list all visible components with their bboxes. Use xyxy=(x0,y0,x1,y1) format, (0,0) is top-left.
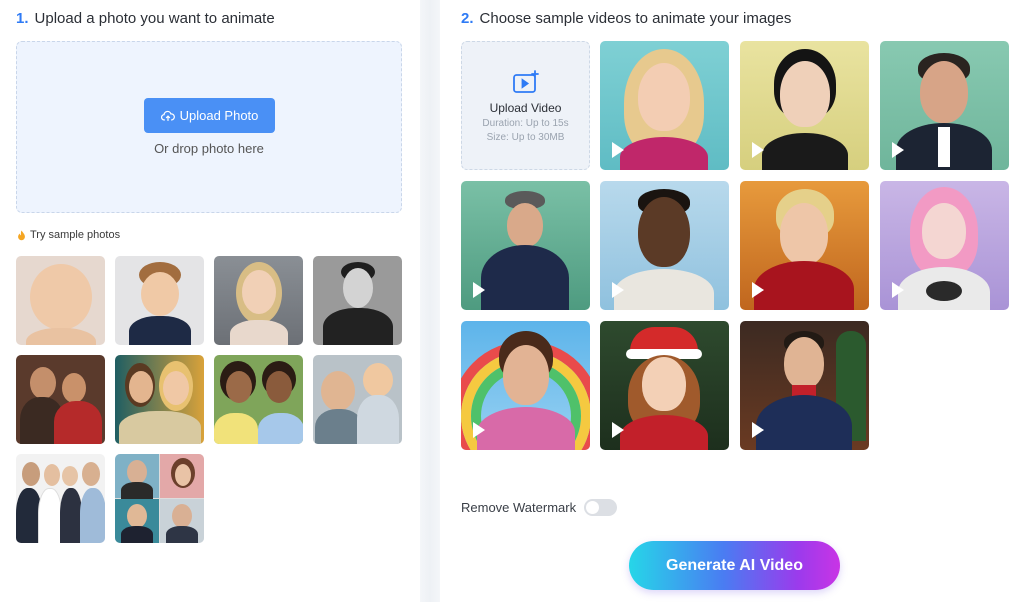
sample-photo-boy[interactable] xyxy=(115,256,204,345)
sample-photo-grandpa-child[interactable] xyxy=(313,355,402,444)
sample-photos-label: Try sample photos xyxy=(30,229,121,241)
play-icon xyxy=(473,422,485,438)
video-add-icon xyxy=(513,70,539,93)
remove-watermark-label: Remove Watermark xyxy=(461,500,577,515)
upload-photo-panel: 1. Upload a photo you want to animate Upl… xyxy=(0,0,420,602)
step-2-text: Choose sample videos to animate your ima… xyxy=(479,10,792,27)
upload-video-tile[interactable]: Upload Video Duration: Up to 15s Size: U… xyxy=(461,41,590,170)
upload-video-title: Upload Video xyxy=(489,101,562,115)
play-icon xyxy=(892,142,904,158)
sample-photo-man-bw[interactable] xyxy=(313,256,402,345)
sample-video-blonde-woman[interactable] xyxy=(600,41,729,170)
step-2-title: 2. Choose sample videos to animate your i… xyxy=(461,10,791,27)
play-icon xyxy=(752,142,764,158)
panel-divider xyxy=(420,0,440,602)
sample-photo-two-kids[interactable] xyxy=(214,355,303,444)
photo-drop-zone[interactable]: Upload Photo Or drop photo here xyxy=(16,41,402,213)
sample-video-suit-man[interactable] xyxy=(880,41,1009,170)
upload-video-duration: Duration: Up to 15s xyxy=(482,118,569,129)
sample-photo-baby[interactable] xyxy=(16,256,105,345)
sample-photo-group[interactable] xyxy=(16,454,105,543)
sample-photo-collage[interactable] xyxy=(115,454,204,543)
play-icon xyxy=(752,422,764,438)
sample-video-shorthair-woman[interactable] xyxy=(740,181,869,310)
play-icon xyxy=(892,282,904,298)
sample-photo-two-women[interactable] xyxy=(115,355,204,444)
upload-photo-button[interactable]: Upload Photo xyxy=(144,98,275,133)
sample-photo-couple[interactable] xyxy=(16,355,105,444)
sample-photo-blonde-woman[interactable] xyxy=(214,256,303,345)
generate-ai-video-button[interactable]: Generate AI Video xyxy=(629,541,840,590)
sample-photos-heading: Try sample photos xyxy=(17,229,120,241)
toggle-knob xyxy=(586,501,600,514)
fire-icon xyxy=(18,230,25,240)
play-icon xyxy=(612,422,624,438)
step-1-title: 1. Upload a photo you want to animate xyxy=(16,10,275,27)
sample-video-santa-girl[interactable] xyxy=(600,321,729,450)
play-icon xyxy=(473,282,485,298)
upload-video-size: Size: Up to 30MB xyxy=(486,132,565,143)
play-icon xyxy=(612,282,624,298)
play-icon xyxy=(752,282,764,298)
step-1-text: Upload a photo you want to animate xyxy=(34,10,275,27)
step-1-number: 1. xyxy=(16,10,29,27)
cloud-upload-icon xyxy=(160,110,175,121)
sample-video-elderly-man[interactable] xyxy=(461,181,590,310)
remove-watermark-toggle[interactable] xyxy=(584,499,618,516)
sample-video-young-man[interactable] xyxy=(600,181,729,310)
sample-video-winter-man[interactable] xyxy=(740,321,869,450)
sample-video-asian-woman[interactable] xyxy=(740,41,869,170)
sample-videos-panel: 2. Choose sample videos to animate your i… xyxy=(440,0,1024,602)
upload-photo-label: Upload Photo xyxy=(179,108,259,123)
play-icon xyxy=(612,142,624,158)
drop-photo-hint: Or drop photo here xyxy=(154,141,264,156)
sample-video-rainbow-man[interactable] xyxy=(461,321,590,450)
remove-watermark-row: Remove Watermark xyxy=(461,499,618,516)
step-2-number: 2. xyxy=(461,10,474,27)
sample-video-robot-girl[interactable] xyxy=(880,181,1009,310)
